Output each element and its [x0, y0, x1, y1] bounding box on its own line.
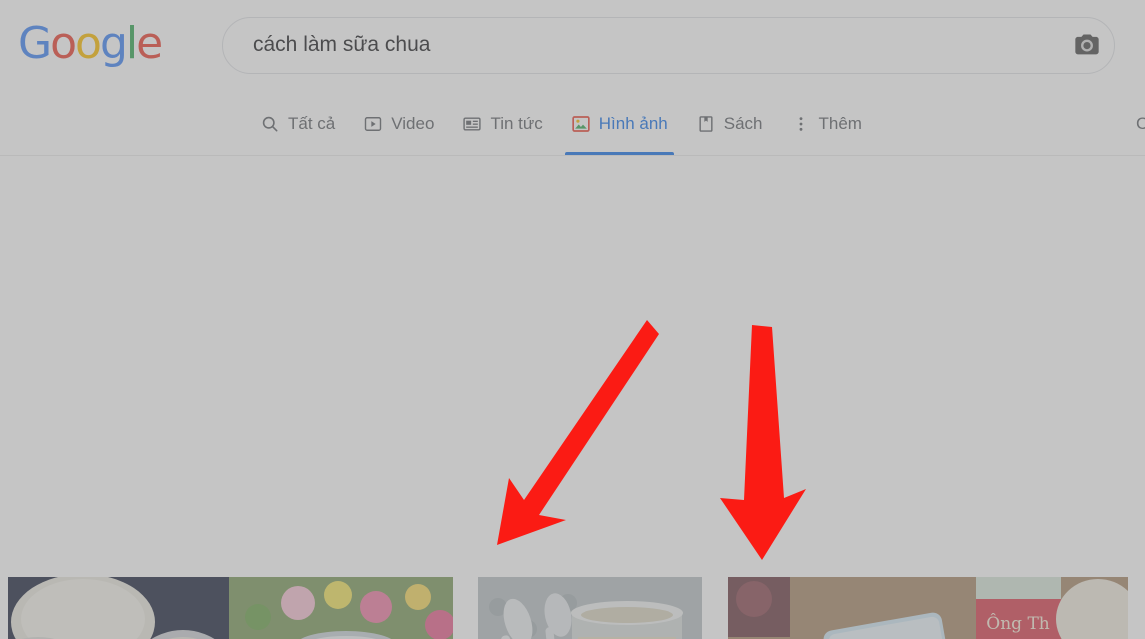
- tab-more[interactable]: Thêm: [777, 92, 876, 155]
- tab-books[interactable]: Sách: [682, 92, 777, 155]
- tab-images[interactable]: Hình ảnh: [557, 92, 682, 155]
- tab-video[interactable]: Video: [349, 92, 448, 155]
- page-header: Google cách làm sữa chua: [0, 0, 1145, 92]
- camera-icon[interactable]: [1070, 30, 1104, 60]
- tab-label: Tất cả: [288, 113, 336, 133]
- image-icon: [571, 114, 591, 134]
- search-nav: Tất cả Video Tin tức Hình ảnh Sách Thêm …: [0, 92, 1145, 156]
- logo-letter: g: [99, 18, 128, 69]
- news-icon: [462, 114, 482, 134]
- tab-label: Video: [391, 113, 435, 133]
- result-card-3[interactable]: Ông Th Ngọc Xuân: [728, 577, 1128, 639]
- search-input[interactable]: cách làm sữa chua: [253, 33, 430, 57]
- result-card-1[interactable]: Cách làm sữa chua ngon mịn chuẩn công th…: [8, 577, 453, 639]
- tab-news[interactable]: Tin tức: [448, 92, 556, 155]
- tab-all[interactable]: Tất cả: [246, 92, 349, 155]
- search-icon: [260, 114, 280, 134]
- tab-label: Sách: [723, 113, 763, 133]
- logo-letter: l: [125, 18, 138, 69]
- result-card-2[interactable]: lambanh365.com 10 cách làm sữa chua (… l…: [478, 577, 702, 639]
- logo-letter: o: [75, 18, 102, 69]
- result-image-1[interactable]: [8, 577, 453, 639]
- result-image-3[interactable]: Ông Th Ngọc Xuân: [728, 577, 1128, 639]
- tab-label: Thêm: [818, 113, 862, 133]
- svg-text:Ông Th: Ông Th: [986, 613, 1050, 634]
- result-image-2[interactable]: lambanh365.com: [478, 577, 702, 639]
- book-icon: [696, 114, 716, 134]
- logo-letter: e: [136, 18, 163, 69]
- tab-label: Tin tức: [490, 113, 543, 133]
- logo-letter: o: [50, 18, 77, 69]
- tab-label: Hình ảnh: [598, 113, 668, 133]
- related-searches-chips: nha đam ông thọ: [0, 157, 1145, 419]
- image-results-grid: Cách làm sữa chua ngon mịn chuẩn công th…: [0, 282, 1145, 639]
- google-logo[interactable]: Google: [18, 18, 163, 69]
- more-vert-icon: [791, 114, 811, 134]
- google-images-page: Google cách làm sữa chua Tất cả Video Ti…: [0, 0, 1145, 639]
- logo-letter: G: [18, 18, 52, 69]
- tools-button[interactable]: C: [1136, 114, 1145, 134]
- video-icon: [363, 114, 383, 134]
